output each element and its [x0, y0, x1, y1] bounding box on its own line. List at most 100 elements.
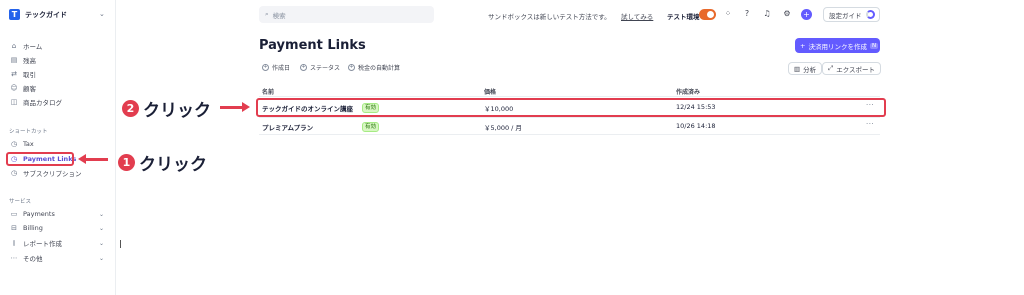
sidebar-item-more[interactable]: ⋯ その他 ⌄ [10, 252, 108, 264]
sidebar-item-payments[interactable]: ▭ Payments ⌄ [10, 208, 108, 220]
sidebar-item-label: Tax [23, 140, 34, 148]
chevron-down-icon: ⌄ [98, 254, 104, 262]
highlight-box-sidebar [6, 152, 74, 166]
services-section-title: サービス [9, 199, 32, 205]
transactions-icon: ⇄ [11, 70, 17, 78]
sidebar-item-customers[interactable]: ☺ 顧客 [10, 82, 108, 94]
filter-label: ステータス [310, 65, 341, 72]
test-env-toggle[interactable] [699, 9, 716, 20]
report-icon: ⫾ [12, 238, 16, 247]
analyze-button[interactable]: ▥ 分析 [788, 62, 823, 75]
export-button[interactable]: ⤢ エクスポート [822, 62, 882, 75]
sidebar-item-label: Payments [23, 210, 55, 218]
step-text: クリック [139, 155, 207, 175]
status-badge: 有効 [362, 122, 380, 132]
brand-logo: T [9, 9, 20, 20]
row-price: ￥5,000 / 月 [484, 124, 522, 132]
sidebar-item-tax[interactable]: ◷ Tax [10, 138, 108, 150]
arrow-right-icon [220, 102, 250, 112]
more-icon: ⋯ [10, 254, 18, 262]
chevron-down-icon[interactable]: ⌄ [99, 10, 105, 18]
column-header-name[interactable]: 名前 [262, 87, 274, 96]
sidebar-item-label: Billing [23, 224, 43, 232]
shortcut-key: N [869, 42, 879, 49]
search-input[interactable]: ⌕ 検索 [259, 6, 434, 23]
filter-auto-tax[interactable]: + 税金の自動計算 [348, 63, 400, 72]
gear-icon[interactable]: ⚙ [782, 9, 792, 19]
export-label: エクスポート [836, 65, 876, 74]
plus-circle-icon: + [262, 64, 269, 71]
sidebar-item-home[interactable]: ⌂ ホーム [10, 40, 108, 52]
clock-icon: ◷ [10, 140, 18, 148]
step-number: 1 [118, 154, 135, 171]
plus-circle-icon: + [348, 64, 355, 71]
search-icon: ⌕ [265, 10, 269, 18]
annotation-step-1: 1 クリック [118, 150, 207, 175]
chevron-down-icon: ⌄ [98, 239, 104, 247]
add-icon[interactable]: + [801, 9, 812, 20]
row-name[interactable]: プレミアムプラン [262, 122, 313, 132]
catalog-icon: ◫ [10, 98, 18, 106]
sidebar-item-label: 残高 [23, 57, 36, 65]
page-title: Payment Links [259, 38, 366, 53]
chevron-down-icon: ⌄ [98, 210, 104, 218]
brand-name: テックガイド [25, 10, 67, 19]
export-icon: ⤢ [828, 64, 834, 72]
sidebar-item-label: 取引 [23, 71, 36, 79]
analyze-label: 分析 [803, 65, 817, 74]
sidebar-item-label: 商品カタログ [23, 99, 62, 107]
billing-icon: ⊟ [11, 224, 17, 232]
balance-icon: ▤ [10, 56, 18, 64]
filter-label: 作成日 [272, 65, 291, 72]
setup-guide-button[interactable]: 設定ガイド [823, 7, 880, 22]
chart-icon: ▥ [794, 64, 801, 73]
sidebar-item-label: 顧客 [23, 85, 36, 93]
help-icon[interactable]: ? [742, 9, 752, 19]
column-header-price[interactable]: 価格 [484, 87, 496, 96]
plus-icon: + [800, 41, 806, 50]
create-payment-link-button[interactable]: + 決済用リンクを作成 N [795, 38, 880, 53]
sidebar: T テックガイド ⌄ ⌂ ホーム ▤ 残高 ⇄ 取引 ☺ 顧客 ◫ 商品カタログ… [0, 0, 116, 295]
step-text: クリック [143, 101, 211, 121]
customer-icon: ☺ [10, 84, 18, 92]
chevron-down-icon: ⌄ [98, 224, 104, 232]
divider [259, 96, 880, 97]
bell-icon[interactable]: ♫ [762, 9, 772, 19]
sidebar-item-transactions[interactable]: ⇄ 取引 [10, 68, 108, 80]
progress-ring-icon [865, 10, 875, 19]
sidebar-item-catalog[interactable]: ◫ 商品カタログ [10, 96, 108, 108]
highlight-box-row [256, 98, 886, 117]
sidebar-item-billing[interactable]: ⊟ Billing ⌄ [10, 222, 108, 234]
setup-guide-label: 設定ガイド [829, 11, 862, 20]
clock-icon: ◷ [10, 169, 18, 177]
text-cursor [120, 240, 121, 248]
divider [259, 117, 880, 118]
filter-label: 税金の自動計算 [358, 65, 401, 72]
filter-created[interactable]: + 作成日 [262, 63, 290, 72]
plus-circle-icon: + [300, 64, 307, 71]
sidebar-item-balance[interactable]: ▤ 残高 [10, 54, 108, 66]
sidebar-item-subscriptions[interactable]: ◷ サブスクリプション [10, 167, 108, 179]
search-placeholder: 検索 [272, 11, 286, 20]
create-button-label: 決済用リンクを作成 [808, 42, 867, 51]
sidebar-item-reports[interactable]: ⫾ レポート作成 ⌄ [10, 237, 108, 249]
arrow-left-icon [78, 154, 108, 164]
apps-icon[interactable]: ⁘ [723, 9, 733, 19]
shortcuts-section-title: ショートカット [9, 129, 48, 135]
step-number: 2 [122, 100, 139, 117]
sidebar-item-label: その他 [23, 255, 43, 263]
divider [259, 134, 880, 135]
row-created: 10/26 14:18 [676, 122, 716, 130]
sidebar-item-label: ホーム [23, 43, 43, 51]
brand[interactable]: T テックガイド [9, 9, 67, 20]
home-icon: ⌂ [11, 42, 17, 50]
payments-icon: ▭ [10, 210, 18, 218]
filter-status[interactable]: + ステータス [300, 63, 340, 72]
column-header-created[interactable]: 作成済み [676, 87, 700, 96]
more-options-icon[interactable]: ··· [866, 120, 874, 128]
sidebar-item-label: レポート作成 [23, 240, 62, 248]
annotation-step-2: 2 クリック [122, 96, 211, 121]
try-link[interactable]: 試してみる [621, 11, 653, 21]
sandbox-note: サンドボックスは新しいテスト方法です。 [488, 13, 611, 21]
sidebar-item-label: サブスクリプション [23, 170, 82, 178]
